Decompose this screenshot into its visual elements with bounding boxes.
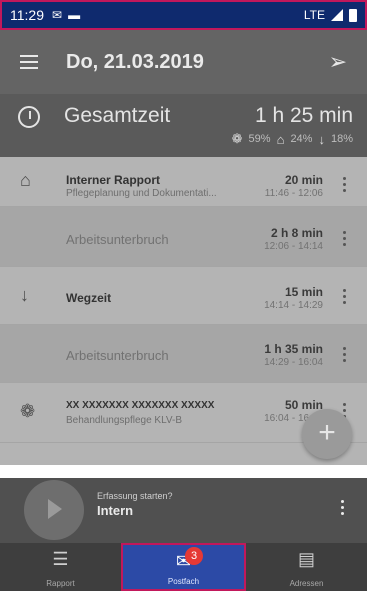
total-time-label: Gesamtzeit bbox=[64, 104, 171, 127]
list-item[interactable]: ↓ Wegzeit 15 min 14:14 - 14:29 bbox=[0, 267, 367, 325]
tab-label: Rapport bbox=[46, 579, 75, 588]
entry-title: Wegzeit bbox=[66, 291, 112, 305]
more-options-icon[interactable] bbox=[343, 177, 347, 192]
tab-label: Adressen bbox=[289, 579, 324, 588]
entry-time-span: 11:46 - 12:06 bbox=[264, 188, 323, 199]
entry-pause-label: Arbeitsunterbruch bbox=[66, 232, 169, 247]
total-time-panel: Gesamtzeit 1 h 25 min ❁ 59% ⌂ 24% ↓ 18% bbox=[0, 94, 367, 157]
battery-icon bbox=[349, 8, 357, 22]
house-icon: ⌂ bbox=[20, 170, 31, 190]
stopwatch-icon bbox=[18, 106, 40, 128]
more-options-icon[interactable] bbox=[343, 231, 347, 246]
list-item[interactable]: Arbeitsunterbruch 2 h 8 min 12:06 - 14:1… bbox=[0, 207, 367, 267]
checklist-icon: ☰ bbox=[52, 549, 69, 569]
entry-pause-label: Arbeitsunterbruch bbox=[66, 348, 169, 363]
play-button[interactable] bbox=[24, 480, 84, 540]
tab-postfach[interactable]: ✉ 3 Postfach bbox=[121, 543, 246, 591]
send-icon[interactable]: ➢ bbox=[329, 49, 347, 75]
time-shares: ❁ 59% ⌂ 24% ↓ 18% bbox=[232, 131, 353, 147]
entry-title: Interner Rapport bbox=[66, 173, 161, 187]
menu-icon[interactable] bbox=[20, 55, 38, 69]
entry-time-span: 12:06 - 14:14 bbox=[264, 241, 323, 252]
entry-subtitle: Pflegeplanung und Dokumentati... bbox=[66, 188, 217, 199]
arrow-down-icon: ↓ bbox=[318, 131, 325, 147]
network-label: LTE bbox=[303, 8, 325, 22]
start-tracking-panel: Erfassung starten? Intern bbox=[0, 478, 367, 543]
entry-subtitle: Behandlungspflege KLV-B bbox=[66, 415, 183, 426]
tab-rapport[interactable]: ☰ Rapport bbox=[0, 543, 121, 591]
total-time-value: 1 h 25 min bbox=[254, 104, 353, 127]
entry-title: XX XXXXXXX XXXXXXX XXXXX bbox=[66, 400, 215, 411]
care-icon: ❁ bbox=[231, 131, 243, 146]
status-time: 11:29 bbox=[10, 7, 44, 23]
entry-duration: 20 min bbox=[284, 173, 323, 187]
house-icon: ⌂ bbox=[276, 131, 285, 147]
tab-adressen[interactable]: ▤ Adressen bbox=[246, 543, 367, 591]
entry-time-span: 14:14 - 14:29 bbox=[264, 300, 323, 311]
page-title[interactable]: Do, 21.03.2019 bbox=[66, 51, 204, 74]
share-care: 59% bbox=[248, 133, 271, 145]
app-bar: Do, 21.03.2019 ➢ bbox=[0, 30, 367, 94]
mail-notification-icon: ✉ bbox=[52, 8, 63, 22]
more-options-icon[interactable] bbox=[343, 347, 347, 362]
entry-duration: 15 min bbox=[284, 285, 323, 299]
arrow-down-icon: ↓ bbox=[20, 285, 29, 305]
add-entry-button[interactable]: + bbox=[302, 409, 352, 459]
contact-card-icon: ▤ bbox=[297, 549, 316, 569]
more-options-icon[interactable] bbox=[341, 500, 345, 515]
tracking-mode[interactable]: Intern bbox=[97, 503, 133, 518]
care-icon: ❁ bbox=[20, 401, 36, 421]
more-options-icon[interactable] bbox=[343, 289, 347, 304]
entry-duration: 2 h 8 min bbox=[270, 226, 323, 240]
unread-badge: 3 bbox=[185, 547, 203, 565]
app-notification-icon: ▬ bbox=[68, 8, 81, 22]
tab-label: Postfach bbox=[167, 577, 200, 586]
list-item[interactable]: ⌂ Interner Rapport Pflegeplanung und Dok… bbox=[0, 157, 367, 207]
signal-icon bbox=[331, 9, 343, 21]
share-travel: 18% bbox=[330, 133, 353, 145]
share-internal: 24% bbox=[290, 133, 313, 145]
entry-duration: 1 h 35 min bbox=[264, 342, 323, 356]
entry-time-span: 14:29 - 16:04 bbox=[264, 357, 323, 368]
start-question: Erfassung starten? bbox=[97, 491, 173, 501]
list-item[interactable]: Arbeitsunterbruch 1 h 35 min 14:29 - 16:… bbox=[0, 325, 367, 383]
bottom-navigation: ☰ Rapport ✉ 3 Postfach ▤ Adressen bbox=[0, 543, 367, 591]
status-bar: 11:29 ✉ ▬ LTE bbox=[0, 0, 367, 30]
